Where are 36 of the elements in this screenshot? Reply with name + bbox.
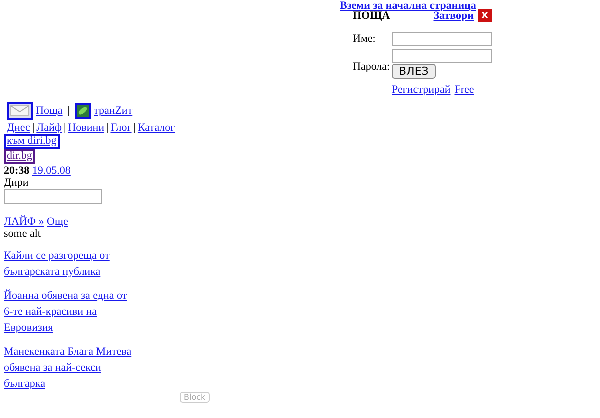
password-label: Парола: <box>353 61 392 73</box>
more-link[interactable]: Още <box>47 216 68 228</box>
register-link[interactable]: Free <box>454 84 474 96</box>
close-button[interactable]: x <box>478 9 492 22</box>
envelope-icon[interactable] <box>7 102 33 120</box>
separator: | <box>106 122 109 134</box>
panel-title: ПОЩА <box>353 10 390 22</box>
homepage-link[interactable]: Вземи за начална страница <box>340 0 500 12</box>
separator: | <box>64 122 66 134</box>
separator: | <box>134 122 136 134</box>
name-field[interactable] <box>392 32 492 46</box>
service-link[interactable]: транZит <box>94 105 133 117</box>
nav-link[interactable]: Днес <box>7 122 30 134</box>
login-button[interactable]: ВЛЕЗ <box>392 64 436 79</box>
nav-link[interactable]: Лайф <box>36 122 62 134</box>
nav-link[interactable]: Новини <box>68 122 105 134</box>
date-link[interactable]: 19.05.08 <box>32 165 71 177</box>
site-link[interactable]: dir.bg <box>4 149 36 164</box>
service-link[interactable]: Поща <box>36 105 63 117</box>
name-label: Име: <box>353 33 377 45</box>
article-link[interactable]: Манекенката Блага Митева обявена за най-секси българка <box>4 344 136 392</box>
leaf-icon[interactable] <box>75 103 91 119</box>
register-link[interactable]: Регистрирай <box>392 84 451 96</box>
password-field[interactable] <box>392 49 492 63</box>
article-link[interactable]: Йоанна обявена за една от 6-те най-красиви на Евровизия <box>4 288 136 336</box>
site-link[interactable]: към diri.bg <box>4 134 60 149</box>
search-label: Дири <box>4 177 29 189</box>
image-alt-text: some alt <box>4 228 41 240</box>
section-link[interactable]: ЛАЙФ » <box>4 216 44 228</box>
nav-link[interactable]: Каталог <box>138 122 176 134</box>
separator: | <box>68 105 70 117</box>
separator: | <box>32 122 35 134</box>
search-field[interactable] <box>4 189 102 204</box>
nav-link[interactable]: Глог <box>110 122 132 134</box>
time-text: 20:38 <box>4 165 30 177</box>
article-link[interactable]: Кайли се разгореща от българската публика <box>4 248 136 280</box>
